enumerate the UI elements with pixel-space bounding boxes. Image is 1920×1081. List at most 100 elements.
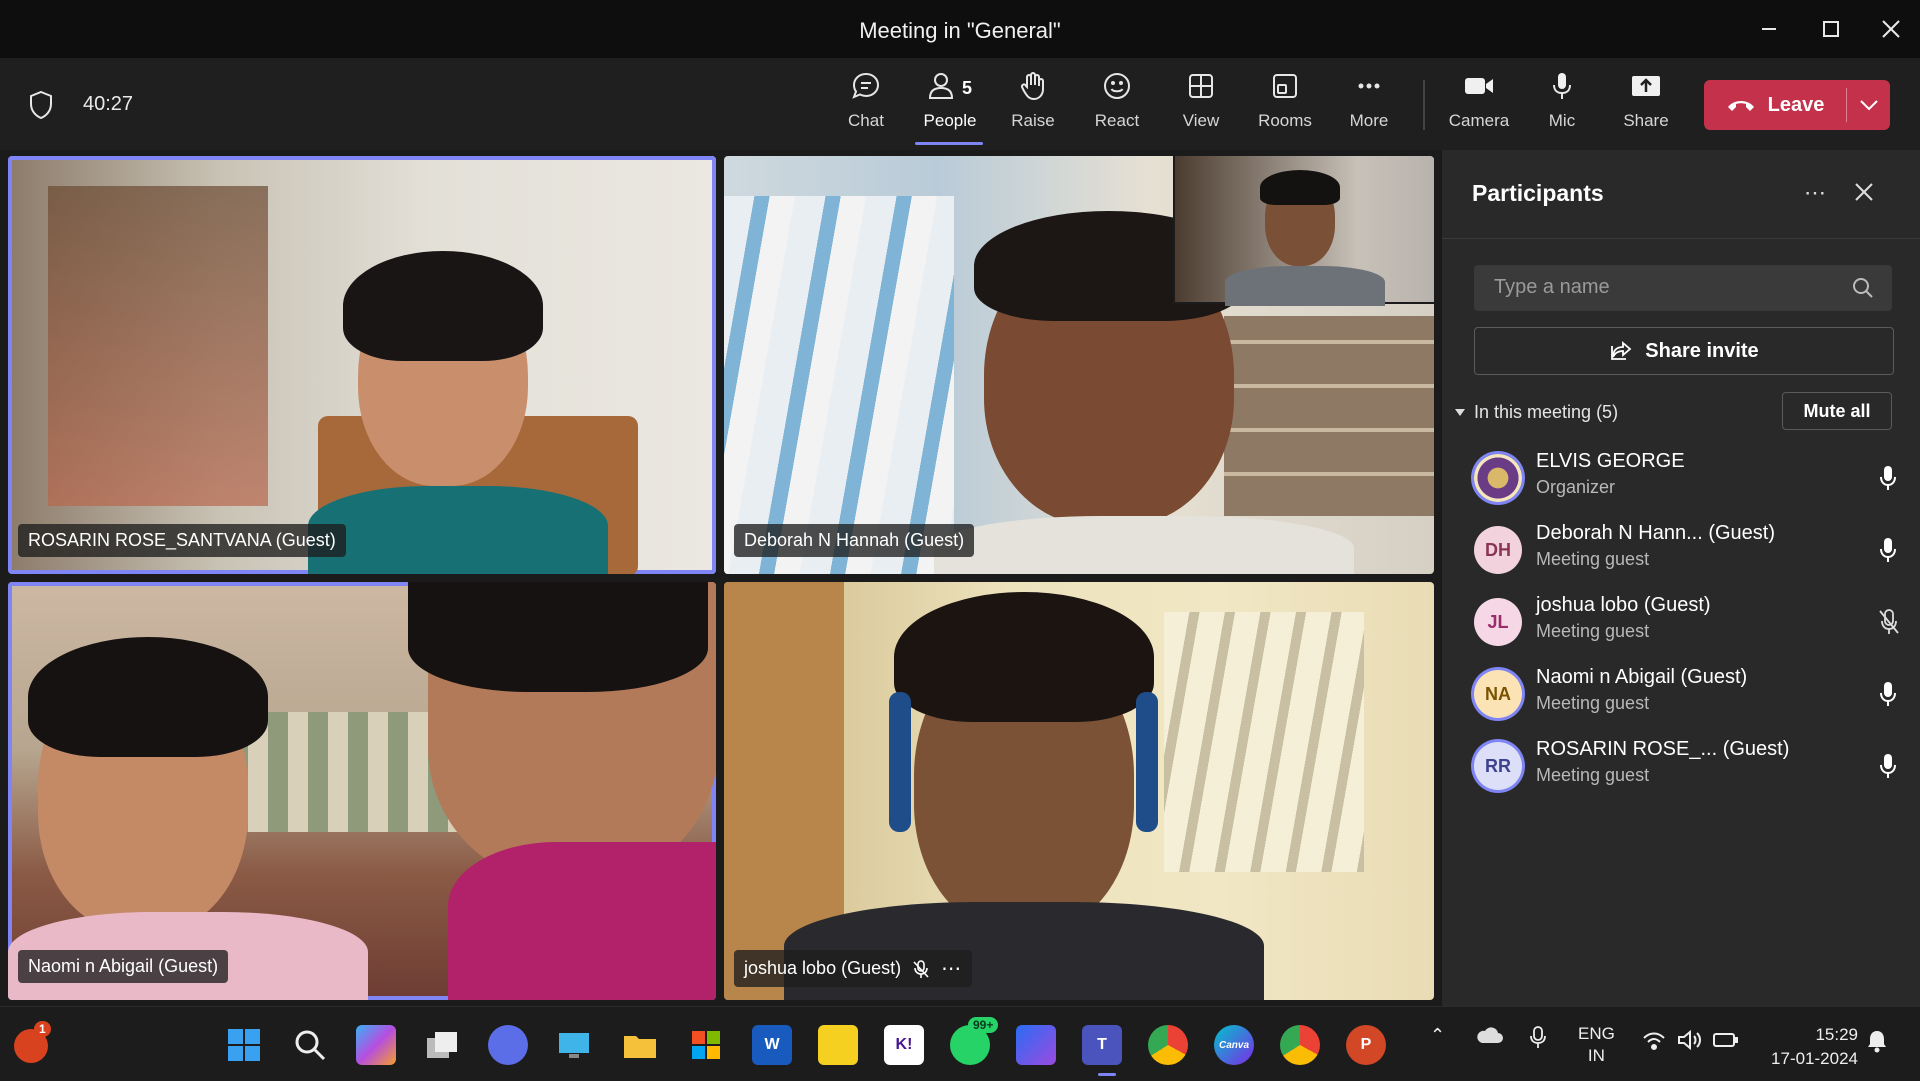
teams-icon[interactable]: T bbox=[1082, 1025, 1122, 1065]
mic-button[interactable]: Mic bbox=[1522, 70, 1602, 142]
panel-title: Participants bbox=[1472, 180, 1604, 206]
participant-row[interactable]: RR ROSARIN ROSE_... (Guest) Meeting gues… bbox=[1474, 738, 1904, 798]
chevron-down-icon bbox=[1859, 100, 1878, 111]
whatsapp-badge: 99+ bbox=[968, 1017, 999, 1033]
start-icon[interactable] bbox=[224, 1025, 264, 1065]
store-icon[interactable] bbox=[686, 1025, 726, 1065]
participant-name: ELVIS GEORGE bbox=[1536, 450, 1685, 472]
leave-button[interactable]: Leave bbox=[1704, 80, 1846, 130]
video-tile[interactable]: Naomi n Abigail (Guest) bbox=[8, 582, 716, 1000]
camera-button[interactable]: Camera bbox=[1439, 70, 1519, 142]
participant-search bbox=[1474, 265, 1892, 311]
chevron-up-icon[interactable]: ⌃ bbox=[1430, 1025, 1445, 1046]
panel-more-icon[interactable]: ⋯ bbox=[1804, 180, 1828, 206]
minimize-button[interactable] bbox=[1744, 10, 1794, 48]
task-view-icon[interactable] bbox=[422, 1025, 462, 1065]
chat-icon bbox=[852, 72, 880, 99]
participant-name: joshua lobo (Guest) bbox=[1536, 594, 1711, 616]
microphone-tray-icon[interactable] bbox=[1530, 1025, 1546, 1054]
curtain bbox=[724, 196, 954, 574]
word-icon[interactable]: W bbox=[752, 1025, 792, 1065]
leave-options-button[interactable] bbox=[1847, 80, 1890, 130]
in-meeting-section-toggle[interactable]: In this meeting (5) bbox=[1454, 402, 1618, 423]
avatar: NA bbox=[1474, 670, 1522, 718]
battery-icon[interactable] bbox=[1712, 1031, 1738, 1054]
chat-button[interactable]: Chat bbox=[826, 70, 906, 142]
participant-name: Deborah N Hannah (Guest) bbox=[744, 530, 965, 550]
participant-name: ROSARIN ROSE_... (Guest) bbox=[1536, 738, 1790, 760]
minimize-icon bbox=[1762, 28, 1776, 30]
powerpoint-icon[interactable]: P bbox=[1346, 1025, 1386, 1065]
microphone-icon bbox=[1880, 538, 1896, 562]
hand-icon bbox=[1020, 72, 1044, 101]
microphone-icon bbox=[1880, 466, 1896, 490]
onedrive-icon[interactable] bbox=[1476, 1025, 1504, 1050]
participant-name: ROSARIN ROSE_SANTVANA (Guest) bbox=[28, 530, 336, 550]
participant-role: Meeting guest bbox=[1536, 693, 1650, 713]
search-icon[interactable] bbox=[1852, 277, 1874, 299]
people-button[interactable]: 5 People bbox=[910, 70, 990, 142]
close-icon bbox=[1855, 183, 1873, 201]
system-clock[interactable]: 15:29 17-01-2024 bbox=[1758, 1023, 1858, 1071]
language-label: ENG bbox=[1578, 1024, 1615, 1043]
microphone-icon bbox=[1553, 73, 1571, 99]
participant-row[interactable]: ELVIS GEORGE Organizer bbox=[1474, 450, 1904, 510]
region-label: IN bbox=[1587, 1046, 1605, 1065]
meeting-timer: 40:27 bbox=[83, 93, 134, 115]
participant-name: Naomi n Abigail (Guest) bbox=[28, 956, 219, 976]
pen-icon[interactable] bbox=[1016, 1025, 1056, 1065]
notifications-bell-icon[interactable] bbox=[1866, 1029, 1888, 1058]
tile-more-icon[interactable]: ⋯ bbox=[941, 956, 962, 981]
file-explorer-icon[interactable] bbox=[620, 1025, 660, 1065]
chrome-profile-icon[interactable] bbox=[1280, 1025, 1320, 1065]
smiley-icon bbox=[1104, 73, 1130, 99]
copilot-icon[interactable] bbox=[356, 1025, 396, 1065]
volume-icon[interactable] bbox=[1676, 1029, 1702, 1056]
video-tile[interactable]: joshua lobo (Guest) ⋯ bbox=[724, 582, 1434, 1000]
organizer-avatar bbox=[1474, 454, 1522, 502]
people-count: 5 bbox=[962, 78, 973, 98]
participant-row[interactable]: JL joshua lobo (Guest) Meeting guest bbox=[1474, 594, 1904, 654]
grid-view-icon bbox=[1189, 74, 1213, 98]
clock-time: 15:29 bbox=[1815, 1025, 1858, 1044]
search-icon[interactable] bbox=[290, 1025, 330, 1065]
view-button[interactable]: View bbox=[1161, 70, 1241, 142]
language-indicator[interactable]: ENG IN bbox=[1578, 1023, 1615, 1067]
participant-name: Deborah N Hann... (Guest) bbox=[1536, 522, 1775, 544]
participant-role: Meeting guest bbox=[1536, 549, 1650, 569]
maximize-button[interactable] bbox=[1806, 10, 1856, 48]
video-tile[interactable]: ROSARIN ROSE_SANTVANA (Guest) bbox=[8, 156, 716, 574]
participant-row[interactable]: NA Naomi n Abigail (Guest) Meeting guest bbox=[1474, 666, 1904, 726]
self-view[interactable] bbox=[1173, 156, 1434, 306]
window-title: Meeting in "General" bbox=[859, 18, 1061, 43]
participant-name-tag: joshua lobo (Guest) ⋯ bbox=[734, 950, 973, 987]
wifi-icon[interactable] bbox=[1642, 1031, 1666, 1056]
participant-search-input[interactable] bbox=[1492, 275, 1836, 300]
zoom-icon[interactable] bbox=[488, 1025, 528, 1065]
sticky-notes-icon[interactable] bbox=[818, 1025, 858, 1065]
room-background bbox=[48, 186, 268, 506]
microphone-icon bbox=[1880, 682, 1896, 706]
toolbar-divider bbox=[1423, 80, 1425, 130]
chrome-icon[interactable] bbox=[1148, 1025, 1188, 1065]
participant-role: Meeting guest bbox=[1536, 621, 1650, 641]
share-button[interactable]: Share bbox=[1606, 70, 1686, 142]
close-window-button[interactable] bbox=[1866, 10, 1916, 48]
desktop-icon[interactable] bbox=[554, 1025, 594, 1065]
hang-up-icon bbox=[1727, 101, 1754, 111]
participant-row[interactable]: DH Deborah N Hann... (Guest) Meeting gue… bbox=[1474, 522, 1904, 582]
rooms-button[interactable]: Rooms bbox=[1245, 70, 1325, 142]
hair bbox=[894, 592, 1154, 722]
react-button[interactable]: React bbox=[1077, 70, 1157, 142]
kahoot-icon[interactable]: K! bbox=[884, 1025, 924, 1065]
participant-name: joshua lobo (Guest) bbox=[744, 958, 902, 978]
mute-all-button[interactable]: Mute all bbox=[1782, 392, 1892, 430]
raise-hand-button[interactable]: Raise bbox=[993, 70, 1073, 142]
leave-label: Leave bbox=[1767, 93, 1825, 116]
share-invite-button[interactable]: Share invite bbox=[1474, 327, 1894, 375]
notification-badge: 1 bbox=[34, 1021, 51, 1037]
canva-icon[interactable]: Canva bbox=[1214, 1025, 1254, 1065]
panel-close-button[interactable] bbox=[1854, 182, 1874, 207]
more-button[interactable]: More bbox=[1329, 70, 1409, 142]
video-tile[interactable]: Deborah N Hannah (Guest) bbox=[724, 156, 1434, 574]
